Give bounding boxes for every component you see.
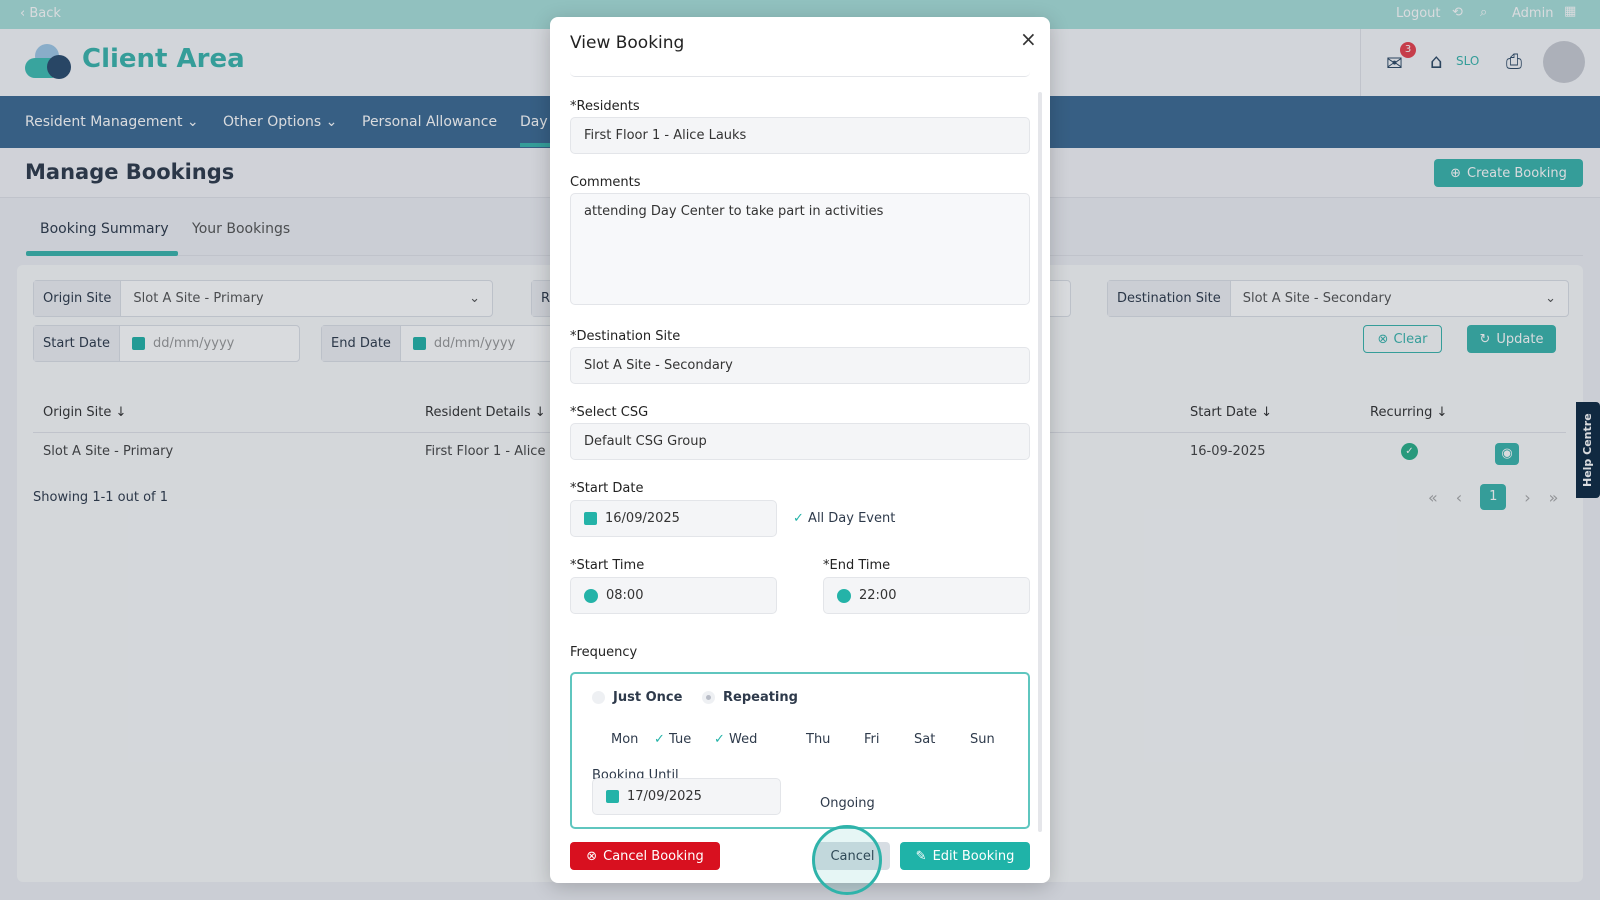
calendar-icon: [606, 790, 619, 803]
all-day-checkbox[interactable]: ✓ All Day Event: [793, 511, 895, 526]
day-mon[interactable]: Mon: [611, 732, 638, 747]
end-time-field[interactable]: 22:00: [823, 577, 1030, 614]
modal-title: View Booking: [570, 33, 685, 53]
clock-icon: [837, 588, 851, 603]
csg-field[interactable]: Default CSG Group: [570, 423, 1030, 460]
click-highlight: [812, 825, 882, 895]
check-icon: ✓: [793, 511, 804, 526]
modal-scrollbar[interactable]: [1038, 92, 1042, 832]
just-once-radio[interactable]: Just Once: [592, 690, 682, 705]
day-sat[interactable]: Sat: [914, 732, 935, 747]
residents-field[interactable]: First Floor 1 - Alice Lauks: [570, 117, 1030, 154]
ongoing-option[interactable]: Ongoing: [820, 796, 875, 811]
day-sun[interactable]: Sun: [970, 732, 995, 747]
destination-site-field[interactable]: Slot A Site - Secondary: [570, 347, 1030, 384]
start-time-field[interactable]: 08:00: [570, 577, 777, 614]
booking-until-field[interactable]: 17/09/2025: [592, 778, 781, 815]
day-fri[interactable]: Fri: [864, 732, 880, 747]
pencil-icon: ✎: [915, 848, 927, 864]
day-thu[interactable]: Thu: [806, 732, 830, 747]
x-circle-icon: ⊗: [586, 848, 598, 864]
clock-icon: [584, 588, 598, 603]
comments-field[interactable]: attending Day Center to take part in act…: [570, 193, 1030, 305]
day-wed[interactable]: ✓ Wed: [714, 732, 757, 747]
close-icon[interactable]: ×: [1020, 27, 1037, 51]
edit-booking-button[interactable]: ✎ Edit Booking: [900, 842, 1030, 870]
start-date-field[interactable]: 16/09/2025: [570, 500, 777, 537]
day-tue[interactable]: ✓ Tue: [654, 732, 691, 747]
calendar-icon: [584, 512, 597, 525]
view-booking-modal: View Booking × *Residents First Floor 1 …: [550, 17, 1050, 895]
repeating-radio[interactable]: Repeating: [702, 690, 798, 705]
frequency-box: Just Once Repeating Mon ✓ Tue ✓ Wed Thu …: [570, 672, 1030, 829]
cancel-booking-button[interactable]: ⊗ Cancel Booking: [570, 842, 720, 870]
